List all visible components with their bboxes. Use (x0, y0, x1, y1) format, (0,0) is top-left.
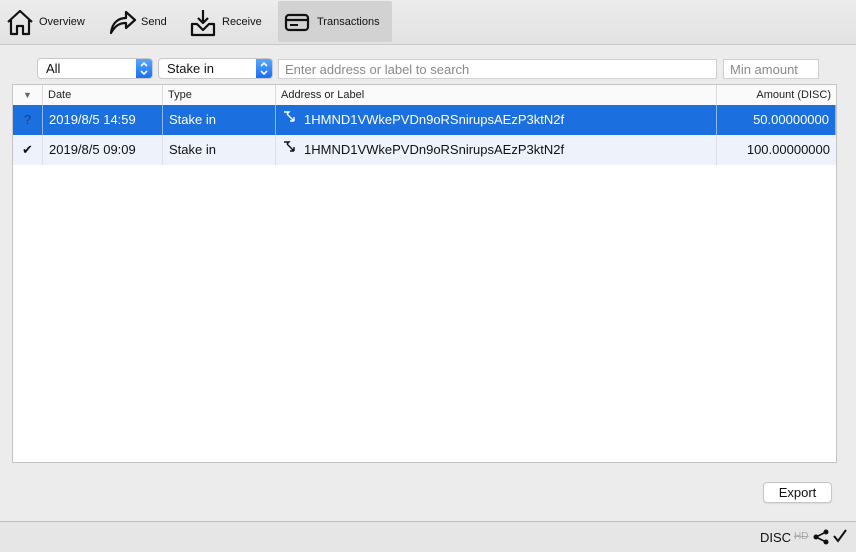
address-cell: 1HMND1VWkePVDn9oRSnirupsAEzP3ktN2f (276, 105, 717, 135)
status-column-header[interactable]: ▼ (13, 85, 43, 105)
tab-overview-label: Overview (39, 15, 85, 28)
send-icon (106, 6, 138, 38)
amount-cell: 50.00000000 (717, 105, 836, 135)
tab-transactions[interactable]: Transactions (278, 1, 392, 42)
hd-disabled-icon: HD (794, 531, 809, 542)
type-filter-select[interactable]: Stake in (158, 58, 273, 79)
tab-send[interactable]: Send (106, 1, 172, 42)
stake-icon (282, 105, 296, 135)
network-icon[interactable] (812, 528, 830, 549)
date-column-header[interactable]: Date (43, 85, 163, 105)
amount-cell: 100.00000000 (746, 142, 830, 157)
address-search-field[interactable] (278, 59, 717, 79)
tab-send-label: Send (141, 15, 167, 28)
unconfirmed-status-icon: ? (13, 105, 43, 135)
export-button[interactable]: Export (763, 482, 832, 503)
tab-receive[interactable]: Receive (187, 1, 267, 42)
confirmed-check-icon: ✔ (13, 135, 43, 165)
updown-chevron-icon (256, 59, 272, 78)
type-column-header[interactable]: Type (163, 85, 276, 105)
home-icon (4, 6, 36, 38)
type-filter-value: Stake in (167, 61, 214, 76)
address-cell: 1HMND1VWkePVDn9oRSnirupsAEzP3ktN2f (276, 135, 717, 165)
min-amount-input[interactable] (724, 60, 818, 78)
updown-chevron-icon (136, 59, 152, 78)
tab-overview[interactable]: Overview (4, 1, 92, 42)
date-cell: 2019/8/5 14:59 (43, 105, 163, 135)
date-filter-value: All (46, 61, 61, 76)
table-header: ▼ Date Type Address or Label Amount (DIS… (13, 85, 836, 106)
receive-icon (187, 6, 219, 38)
status-bar: DISC HD (0, 521, 856, 552)
address-text: 1HMND1VWkePVDn9oRSnirupsAEzP3ktN2f (304, 142, 565, 157)
address-column-header[interactable]: Address or Label (276, 85, 717, 105)
date-filter-select[interactable]: All (37, 58, 153, 79)
min-amount-field[interactable] (723, 59, 819, 79)
type-cell: Stake in (163, 105, 276, 135)
amount-column-header[interactable]: Amount (DISC) (717, 85, 836, 105)
address-search-input[interactable] (279, 60, 716, 78)
date-cell: 2019/8/5 09:09 (43, 135, 163, 165)
type-cell: Stake in (163, 135, 276, 165)
tab-transactions-label: Transactions (317, 15, 380, 28)
card-icon (281, 6, 313, 38)
table-row[interactable]: ? 2019/8/5 14:59 Stake in 1HMND1VWkePVDn… (13, 105, 836, 135)
stake-icon (282, 135, 296, 165)
tab-receive-label: Receive (222, 15, 262, 28)
table-row[interactable]: ✔ 2019/8/5 09:09 Stake in 1HMND1VWkePVDn… (13, 135, 836, 165)
address-text: 1HMND1VWkePVDn9oRSnirupsAEzP3ktN2f (304, 112, 565, 127)
display-unit-label[interactable]: DISC (760, 530, 791, 545)
transactions-table[interactable]: ▼ Date Type Address or Label Amount (DIS… (12, 84, 837, 463)
toolbar: Overview Send Receive Transactions (0, 0, 856, 45)
synced-check-icon (832, 528, 848, 547)
